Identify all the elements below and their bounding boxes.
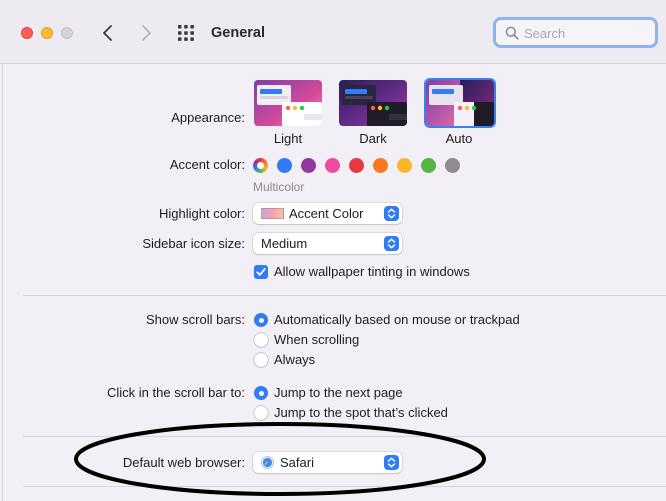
sidebar-icon-size-label: Sidebar icon size: <box>142 236 245 251</box>
chevron-up-down-icon <box>387 208 396 219</box>
forward-button[interactable] <box>136 21 158 45</box>
popup-stepper <box>384 455 399 470</box>
click-scroll-bar-label: Click in the scroll bar to: <box>107 385 245 400</box>
default-browser-label: Default web browser: <box>122 455 245 470</box>
minimize-window-button[interactable] <box>41 27 53 39</box>
appearance-light-label: Light <box>273 131 303 146</box>
scroll-bars-always-radio[interactable] <box>254 353 268 367</box>
light-theme-thumbnail-icon <box>254 80 322 126</box>
appearance-auto-label: Auto <box>445 131 473 146</box>
scroll-bars-automatic-label: Automatically based on mouse or trackpad <box>274 312 520 327</box>
search-input[interactable] <box>524 24 649 42</box>
dark-theme-thumbnail-icon <box>339 80 407 126</box>
checkmark-icon <box>256 268 266 276</box>
accent-graphite-swatch[interactable] <box>445 158 460 173</box>
chevron-up-down-icon <box>387 457 396 468</box>
accent-yellow-swatch[interactable] <box>397 158 412 173</box>
scroll-bars-automatic-radio[interactable] <box>254 313 268 327</box>
chevron-right-icon <box>142 25 151 41</box>
default-browser-popup[interactable]: Safari <box>253 452 402 473</box>
window-title: General <box>211 25 265 41</box>
search-field[interactable] <box>493 17 658 48</box>
sidebar-icon-size-value: Medium <box>261 236 308 251</box>
accent-blue-swatch[interactable] <box>277 158 292 173</box>
jump-to-spot-label: Jump to the spot that’s clicked <box>274 405 448 420</box>
accent-color-label: Accent color: <box>169 157 245 172</box>
highlight-swatch <box>261 208 284 219</box>
jump-next-page-radio[interactable] <box>254 386 268 400</box>
show-all-button[interactable] <box>177 24 195 42</box>
accent-green-swatch[interactable] <box>421 158 436 173</box>
accent-red-swatch[interactable] <box>349 158 364 173</box>
scroll-bars-always-label: Always <box>274 352 316 367</box>
general-pane: Appearance: Light Dark Auto Accent color… <box>2 64 666 501</box>
wallpaper-tinting-label: Allow wallpaper tinting in windows <box>274 264 470 279</box>
highlight-color-value: Accent Color <box>289 206 364 221</box>
chevron-left-icon <box>103 25 112 41</box>
toolbar: General <box>0 0 666 64</box>
sidebar-icon-size-popup[interactable]: Medium <box>253 233 402 254</box>
appearance-label: Appearance: <box>171 110 245 125</box>
search-icon <box>505 26 519 40</box>
chevron-up-down-icon <box>387 238 396 249</box>
section-divider <box>23 295 666 296</box>
jump-next-page-label: Jump to the next page <box>274 385 403 400</box>
popup-stepper <box>384 206 399 221</box>
appearance-light-option[interactable] <box>254 80 322 126</box>
show-scroll-bars-label: Show scroll bars: <box>146 312 245 327</box>
accent-pink-swatch[interactable] <box>325 158 340 173</box>
safari-icon <box>261 456 274 469</box>
scroll-bars-when-scrolling-label: When scrolling <box>274 332 360 347</box>
accent-purple-swatch[interactable] <box>301 158 316 173</box>
appearance-dark-option[interactable] <box>339 80 407 126</box>
grid-icon <box>178 25 194 41</box>
accent-multicolor-swatch[interactable] <box>253 158 268 173</box>
zoom-window-button[interactable] <box>61 27 73 39</box>
section-divider <box>23 486 666 487</box>
close-window-button[interactable] <box>21 27 33 39</box>
highlight-color-popup[interactable]: Accent Color <box>253 203 402 224</box>
jump-to-spot-radio[interactable] <box>254 406 268 420</box>
auto-theme-thumbnail-icon <box>426 80 494 126</box>
wallpaper-tinting-checkbox[interactable] <box>254 265 268 279</box>
accent-selected-name: Multicolor <box>253 180 305 194</box>
popup-stepper <box>384 236 399 251</box>
appearance-auto-option[interactable] <box>426 80 494 126</box>
default-browser-value: Safari <box>280 455 314 470</box>
back-button[interactable] <box>98 21 120 45</box>
accent-orange-swatch[interactable] <box>373 158 388 173</box>
section-divider <box>23 436 666 437</box>
scroll-bars-when-scrolling-radio[interactable] <box>254 333 268 347</box>
highlight-color-label: Highlight color: <box>159 206 245 221</box>
appearance-dark-label: Dark <box>359 131 387 146</box>
